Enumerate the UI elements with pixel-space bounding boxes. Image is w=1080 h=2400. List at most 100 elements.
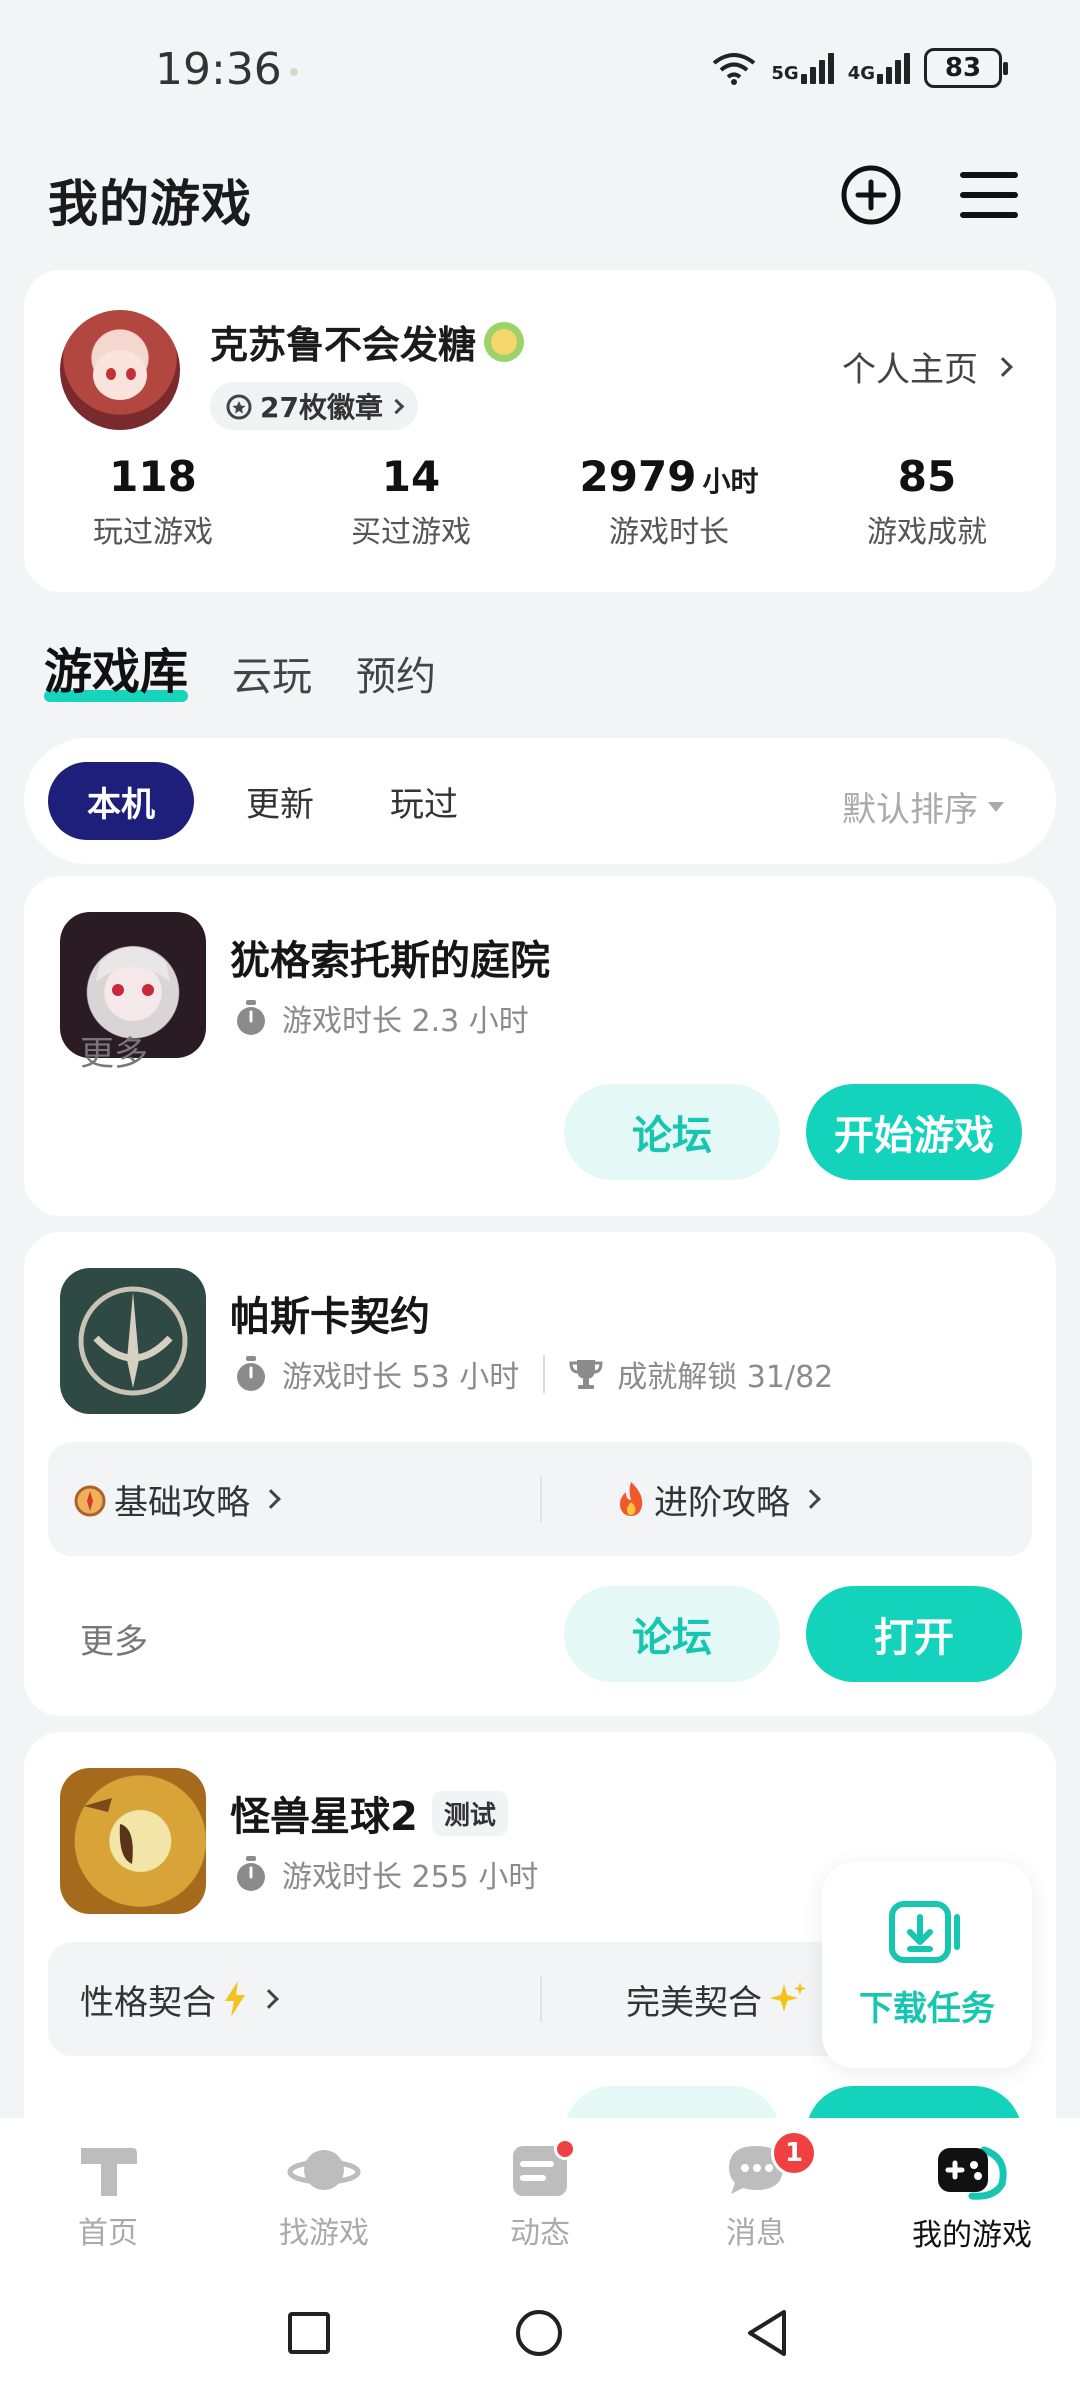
tab-reservations[interactable]: 预约 <box>356 644 436 702</box>
guide-personality-label: 性格契合 <box>80 1982 216 2023</box>
home-circle-icon[interactable] <box>514 2308 564 2358</box>
plus-circle-icon <box>841 165 901 225</box>
game-achievements: 成就解锁 31/82 <box>617 1360 834 1395</box>
beta-tag: 测试 <box>431 1790 508 1836</box>
more-button[interactable]: 更多 <box>80 1614 148 1663</box>
stat-value: 14 <box>381 452 441 501</box>
guide-basic-link[interactable]: 基础攻略 <box>72 1442 281 1556</box>
guide-basic-label: 基础攻略 <box>114 1482 250 1523</box>
guide-bar: 基础攻略 进阶攻略 <box>48 1442 1032 1556</box>
game-title: 犹格索托斯的庭院 <box>230 928 550 986</box>
planet-icon <box>287 2150 361 2190</box>
forum-button[interactable]: 论坛 <box>564 1586 780 1682</box>
game-icon[interactable] <box>60 1768 206 1914</box>
library-tabs: 游戏库 云玩 预约 <box>44 632 436 702</box>
nav-discover[interactable]: 找游戏 <box>216 2118 432 2280</box>
username: 克苏鲁不会发糖 <box>210 314 525 369</box>
medals-button[interactable]: 27枚徽章 <box>210 382 418 430</box>
bottom-nav: 首页 找游戏 动态 1 消息 我的游戏 <box>0 2118 1080 2280</box>
stat-played[interactable]: 118 玩过游戏 <box>24 452 282 551</box>
add-game-button[interactable] <box>836 160 906 230</box>
filter-bar: 本机 更新 玩过 默认排序 <box>24 738 1056 864</box>
stopwatch-icon <box>237 1856 265 1891</box>
guide-personality-link[interactable]: 性格契合 <box>80 1942 279 2056</box>
more-button[interactable]: 更多 <box>80 1026 148 1075</box>
stat-value: 85 <box>897 452 957 501</box>
network-4g-label: 4G <box>847 63 875 84</box>
chevron-right-icon <box>259 1989 279 2009</box>
game-title-text: 帕斯卡契约 <box>230 1294 430 1340</box>
game-meta: 游戏时长 255 小时 <box>234 1852 538 1896</box>
tab-library[interactable]: 游戏库 <box>44 632 189 702</box>
feed-unread-dot <box>554 2138 576 2160</box>
chevron-right-icon <box>993 356 1013 377</box>
nav-messages[interactable]: 1 消息 <box>648 2118 864 2280</box>
stats-row: 118 玩过游戏 14 买过游戏 2979 小时 游戏时长 85 游戏成就 <box>24 452 1056 551</box>
avatar[interactable] <box>60 310 180 430</box>
wifi-icon <box>713 53 756 85</box>
nav-label: 消息 <box>726 2216 786 2251</box>
nav-label: 找游戏 <box>279 2216 369 2251</box>
chevron-right-icon <box>801 1489 821 1509</box>
home-icon <box>81 2148 137 2196</box>
game-card[interactable]: 犹格索托斯的庭院 游戏时长 2.3 小时 更多 论坛 开始游戏 <box>24 876 1056 1216</box>
nav-label: 动态 <box>510 2216 570 2251</box>
trophy-icon <box>569 1360 603 1389</box>
homepage-link[interactable]: 个人主页 <box>842 342 1013 391</box>
divider <box>543 1355 546 1393</box>
download-tasks-button[interactable]: 下载任务 <box>822 1862 1032 2068</box>
stat-label: 游戏时长 <box>609 515 729 550</box>
avatar-eye <box>126 368 136 380</box>
game-art <box>84 1798 133 1864</box>
guide-advanced-label: 进阶攻略 <box>654 1482 790 1523</box>
stat-value: 2979 <box>579 452 697 501</box>
filter-chip-updates[interactable]: 更新 <box>220 762 340 840</box>
download-tasks-label: 下载任务 <box>859 1988 995 2029</box>
divider <box>540 1976 542 2022</box>
stat-playtime[interactable]: 2979 小时 游戏时长 <box>540 452 798 551</box>
stat-bought[interactable]: 14 买过游戏 <box>282 452 540 551</box>
forum-button[interactable]: 论坛 <box>564 1084 780 1180</box>
guide-perfect-link[interactable]: 完美契合 <box>626 1942 839 2056</box>
chevron-right-icon <box>261 1489 281 1509</box>
sort-label: 默认排序 <box>842 790 978 830</box>
open-game-button[interactable]: 打开 <box>806 1586 1022 1682</box>
status-bar: 19:36 5G 4G 83 <box>0 0 1080 140</box>
filter-chip-local[interactable]: 本机 <box>48 762 194 840</box>
battery-icon: 83 <box>924 48 1008 88</box>
game-title: 怪兽星球2 测试 <box>230 1784 508 1842</box>
nav-label: 首页 <box>78 2216 138 2251</box>
game-card[interactable]: 帕斯卡契约 游戏时长 53 小时 成就解锁 31/82 基础攻略 进阶攻略 更多… <box>24 1232 1056 1716</box>
sort-dropdown[interactable]: 默认排序 <box>842 782 1004 831</box>
tab-cloud-play[interactable]: 云玩 <box>232 644 312 702</box>
nav-feed[interactable]: 动态 <box>432 2118 648 2280</box>
game-meta: 游戏时长 53 小时 成就解锁 31/82 <box>234 1352 833 1396</box>
status-time: 19:36 <box>155 44 282 95</box>
game-playtime: 游戏时长 2.3 小时 <box>282 1004 529 1039</box>
back-triangle-icon[interactable] <box>744 2308 790 2358</box>
guide-perfect-label: 完美契合 <box>626 1982 762 2023</box>
username-text: 克苏鲁不会发糖 <box>210 323 477 367</box>
homepage-label: 个人主页 <box>842 350 978 390</box>
stat-label: 买过游戏 <box>351 515 471 550</box>
fire-icon <box>619 1482 643 1516</box>
sticker-icon <box>484 321 525 362</box>
page-title: 我的游戏 <box>48 175 252 233</box>
signal-4g-icon: 4G <box>848 52 910 84</box>
stat-achievements[interactable]: 85 游戏成就 <box>798 452 1056 551</box>
nav-home[interactable]: 首页 <box>0 2118 216 2280</box>
nav-my-games[interactable]: 我的游戏 <box>864 2118 1080 2280</box>
recent-apps-icon[interactable] <box>286 2310 332 2356</box>
avatar-face <box>93 350 147 400</box>
system-nav-bar <box>0 2280 1080 2400</box>
menu-button[interactable] <box>954 160 1024 230</box>
nav-label: 我的游戏 <box>912 2218 1032 2253</box>
filter-chip-played[interactable]: 玩过 <box>364 762 484 840</box>
game-icon[interactable] <box>60 1268 206 1414</box>
game-art <box>78 1286 188 1396</box>
lightning-icon <box>225 1981 245 2017</box>
guide-advanced-link[interactable]: 进阶攻略 <box>614 1442 821 1556</box>
status-icons: 5G 4G 83 <box>711 48 1008 88</box>
start-game-button[interactable]: 开始游戏 <box>806 1084 1022 1180</box>
game-title-text: 犹格索托斯的庭院 <box>230 938 550 984</box>
